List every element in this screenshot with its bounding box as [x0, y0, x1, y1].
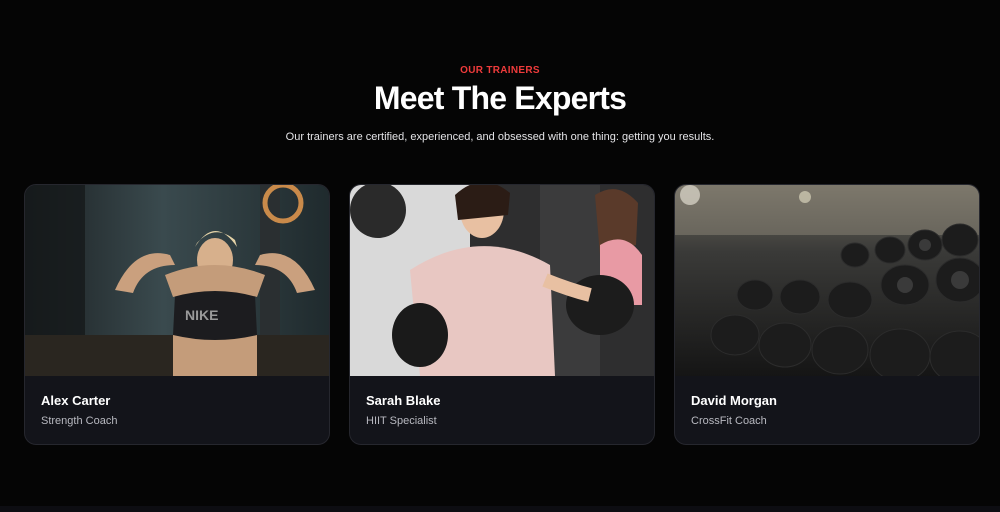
trainer-card-alex-carter[interactable]: NIKE Alex Carter Strength Coach	[24, 184, 330, 445]
trainer-info: Sarah Blake HIIT Specialist	[350, 376, 654, 427]
trainer-info: Alex Carter Strength Coach	[25, 376, 329, 427]
trainer-role: Strength Coach	[41, 415, 118, 427]
trainer-role: CrossFit Coach	[691, 415, 767, 427]
trainer-photo	[675, 185, 979, 376]
trainer-info: David Morgan CrossFit Coach	[675, 376, 979, 427]
trainer-photo: NIKE	[25, 185, 329, 376]
trainer-role: HIIT Specialist	[366, 415, 437, 427]
section-eyebrow: OUR TRAINERS	[460, 65, 540, 76]
trainer-photo	[350, 185, 654, 376]
trainer-name: Sarah Blake	[366, 393, 441, 408]
section-title: Meet The Experts	[373, 80, 627, 116]
trainer-card-sarah-blake[interactable]: Sarah Blake HIIT Specialist	[349, 184, 655, 445]
trainer-card-david-morgan[interactable]: David Morgan CrossFit Coach	[674, 184, 980, 445]
svg-text:NIKE: NIKE	[185, 307, 218, 323]
section-divider	[0, 506, 1000, 512]
trainer-name: David Morgan	[691, 393, 777, 408]
trainer-name: Alex Carter	[41, 393, 111, 408]
section-subtitle: Our trainers are certified, experienced,…	[285, 131, 715, 143]
trainers-section: OUR TRAINERS Meet The Experts Our traine…	[0, 0, 1000, 512]
trainer-cards: NIKE Alex Carter Strength Coach Sarah Bl…	[24, 184, 980, 445]
